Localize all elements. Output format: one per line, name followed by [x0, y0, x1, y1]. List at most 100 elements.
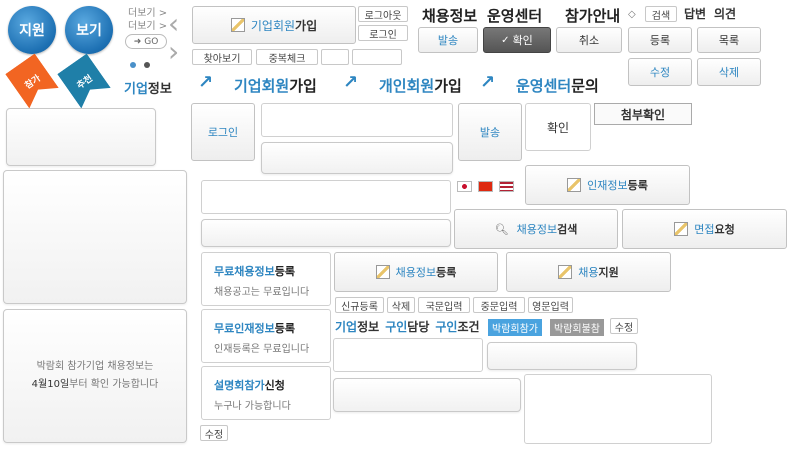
input-field-5[interactable]	[333, 338, 483, 372]
card-sub: 인재등록은 무료입니다	[214, 344, 310, 355]
talent-register-button[interactable]: 인재정보 등록	[525, 165, 690, 205]
send-button[interactable]: 발송	[418, 27, 478, 53]
answer-label[interactable]: 답변	[684, 5, 706, 22]
notice-date: 4월10일	[31, 379, 70, 390]
pencil-icon	[375, 265, 390, 279]
card3-title-part1: 설명회	[214, 379, 245, 392]
cond-part1[interactable]: 구인	[435, 320, 457, 334]
contact-part1[interactable]: 구인	[385, 320, 407, 334]
blank-button-1[interactable]	[321, 49, 349, 65]
personal-signup-link[interactable]: 개인회원가입	[379, 75, 462, 96]
delete-button[interactable]: 삭제	[697, 58, 761, 86]
pencil-icon	[674, 222, 689, 236]
interview-request-button[interactable]: 면접 요청	[622, 209, 787, 249]
input-field-1[interactable]	[261, 103, 453, 137]
korea-flag-icon[interactable]	[457, 181, 472, 192]
list-button[interactable]: 목록	[697, 27, 761, 53]
attach-confirm-button[interactable]: 첨부확인	[594, 103, 692, 125]
login-button-small[interactable]: 로그인	[358, 25, 408, 41]
input-field-6[interactable]	[487, 342, 637, 370]
company-info-title: 기업정보	[124, 78, 172, 97]
info-edit-button[interactable]: 수정	[610, 318, 638, 334]
corp-signup-button[interactable]: 기업회원 가입	[192, 6, 356, 44]
china-flag-icon[interactable]	[478, 181, 493, 192]
more-link-2[interactable]: 더보기 >	[128, 17, 167, 32]
logout-button[interactable]: 로그아웃	[358, 6, 408, 22]
bottom-edit-button[interactable]: 수정	[200, 425, 228, 441]
english-input-button[interactable]: 영문입력	[528, 297, 573, 313]
korean-input-button[interactable]: 국문입력	[418, 297, 470, 313]
recruit-search-part1: 채용정보	[516, 223, 558, 236]
pager-dot-active[interactable]	[130, 62, 136, 68]
opinion-label[interactable]: 의견	[714, 5, 736, 22]
recruit-register-part2: 등록	[436, 266, 457, 279]
send-button-large[interactable]: 발송	[458, 103, 522, 161]
free-recruit-card[interactable]: 무료채용정보등록 채용공고는 무료입니다	[201, 252, 331, 306]
recruit-apply-part1: 채용	[578, 266, 599, 279]
notice-line1: 박람회 참가기업 채용정보는	[36, 361, 154, 372]
apply-circle-button[interactable]: 지원	[8, 6, 56, 54]
left-top-box	[6, 108, 156, 166]
card1-title-part2: 채용정보	[234, 265, 275, 278]
input-field-3[interactable]	[201, 180, 451, 214]
corp-signup-part2: 가입	[295, 18, 318, 33]
pencil-icon	[567, 178, 582, 192]
recommend-ribbon[interactable]: 추천	[57, 53, 111, 108]
input-field-7[interactable]	[333, 378, 521, 412]
diamond-icon: ◇	[628, 9, 636, 20]
dup-check-button[interactable]: 중복체크	[256, 49, 318, 65]
apply-label: 지원	[19, 23, 45, 39]
participate-ribbon[interactable]: 참가	[5, 53, 59, 108]
recruit-search-button[interactable]: 🔍︎ 채용정보 검색	[454, 209, 618, 249]
ops-center-heading: 운영센터	[487, 7, 543, 25]
confirm-button-dark[interactable]: ✓ 확인	[483, 27, 551, 53]
go-button[interactable]: ➜ GO	[125, 34, 167, 49]
contact-part2[interactable]: 담당	[407, 320, 429, 334]
company-info-part1: 기업	[124, 82, 148, 97]
cond-part2[interactable]: 조건	[457, 320, 479, 334]
company-info-part2: 정보	[147, 82, 172, 97]
blank-button-2[interactable]	[352, 49, 402, 65]
search-button[interactable]: 검색	[645, 6, 677, 22]
input-field-2[interactable]	[261, 142, 453, 174]
free-talent-card[interactable]: 무료인재정보등록 인재등록은 무료입니다	[201, 309, 331, 363]
confirm-box[interactable]: 확인	[525, 103, 591, 151]
view-circle-button[interactable]: 보기	[65, 6, 113, 54]
corp-part2[interactable]: 정보	[357, 320, 379, 334]
cancel-button[interactable]: 취소	[556, 27, 622, 53]
login-button-large[interactable]: 로그인	[191, 103, 255, 161]
recruit-search-part2: 검색	[557, 223, 578, 236]
corp-part1[interactable]: 기업	[335, 320, 357, 334]
recruit-register-button[interactable]: 채용정보 등록	[334, 252, 498, 292]
new-register-button[interactable]: 신규등록	[335, 297, 384, 313]
recruit-register-part1: 채용정보	[395, 266, 437, 279]
textarea-field[interactable]	[524, 374, 712, 444]
edit-button[interactable]: 수정	[628, 58, 692, 86]
view-label: 보기	[76, 23, 102, 39]
fair-absent-tag[interactable]: 박람회불참	[550, 319, 604, 336]
ops-inquiry-link[interactable]: 운영센터문의	[516, 75, 599, 96]
left-mid-box	[3, 170, 187, 304]
register-button[interactable]: 등록	[628, 27, 692, 53]
usa-flag-icon[interactable]	[499, 181, 514, 192]
chinese-input-button[interactable]: 중문입력	[473, 297, 525, 313]
arrow-icon-1: ↗	[198, 72, 214, 93]
card2-title-part1: 무료	[214, 322, 235, 335]
fair-participate-tag[interactable]: 박람회참가	[488, 319, 542, 336]
small-delete-button[interactable]: 삭제	[387, 297, 415, 313]
pencil-icon	[558, 265, 573, 279]
go-label: GO	[144, 36, 159, 47]
pager-dot[interactable]	[144, 62, 150, 68]
chevron-left-icon[interactable]: ‹	[168, 10, 179, 38]
magnifier-icon: 🔍︎	[494, 222, 509, 236]
recruit-apply-button[interactable]: 채용 지원	[506, 252, 671, 292]
corp-signup-link[interactable]: 기업회원가입	[234, 75, 317, 96]
card-sub: 채용공고는 무료입니다	[214, 287, 310, 298]
card-title: 설명회참가신청	[214, 377, 318, 393]
input-field-4[interactable]	[201, 219, 451, 247]
seminar-card[interactable]: 설명회참가신청 누구나 가능합니다	[201, 366, 331, 420]
favorite-button[interactable]: 찾아보기	[192, 49, 252, 65]
info-tabs: 기업정보 구인담당 구인조건	[335, 318, 480, 335]
chevron-right-icon[interactable]: ›	[168, 38, 179, 66]
check-icon: ✓	[501, 34, 510, 46]
